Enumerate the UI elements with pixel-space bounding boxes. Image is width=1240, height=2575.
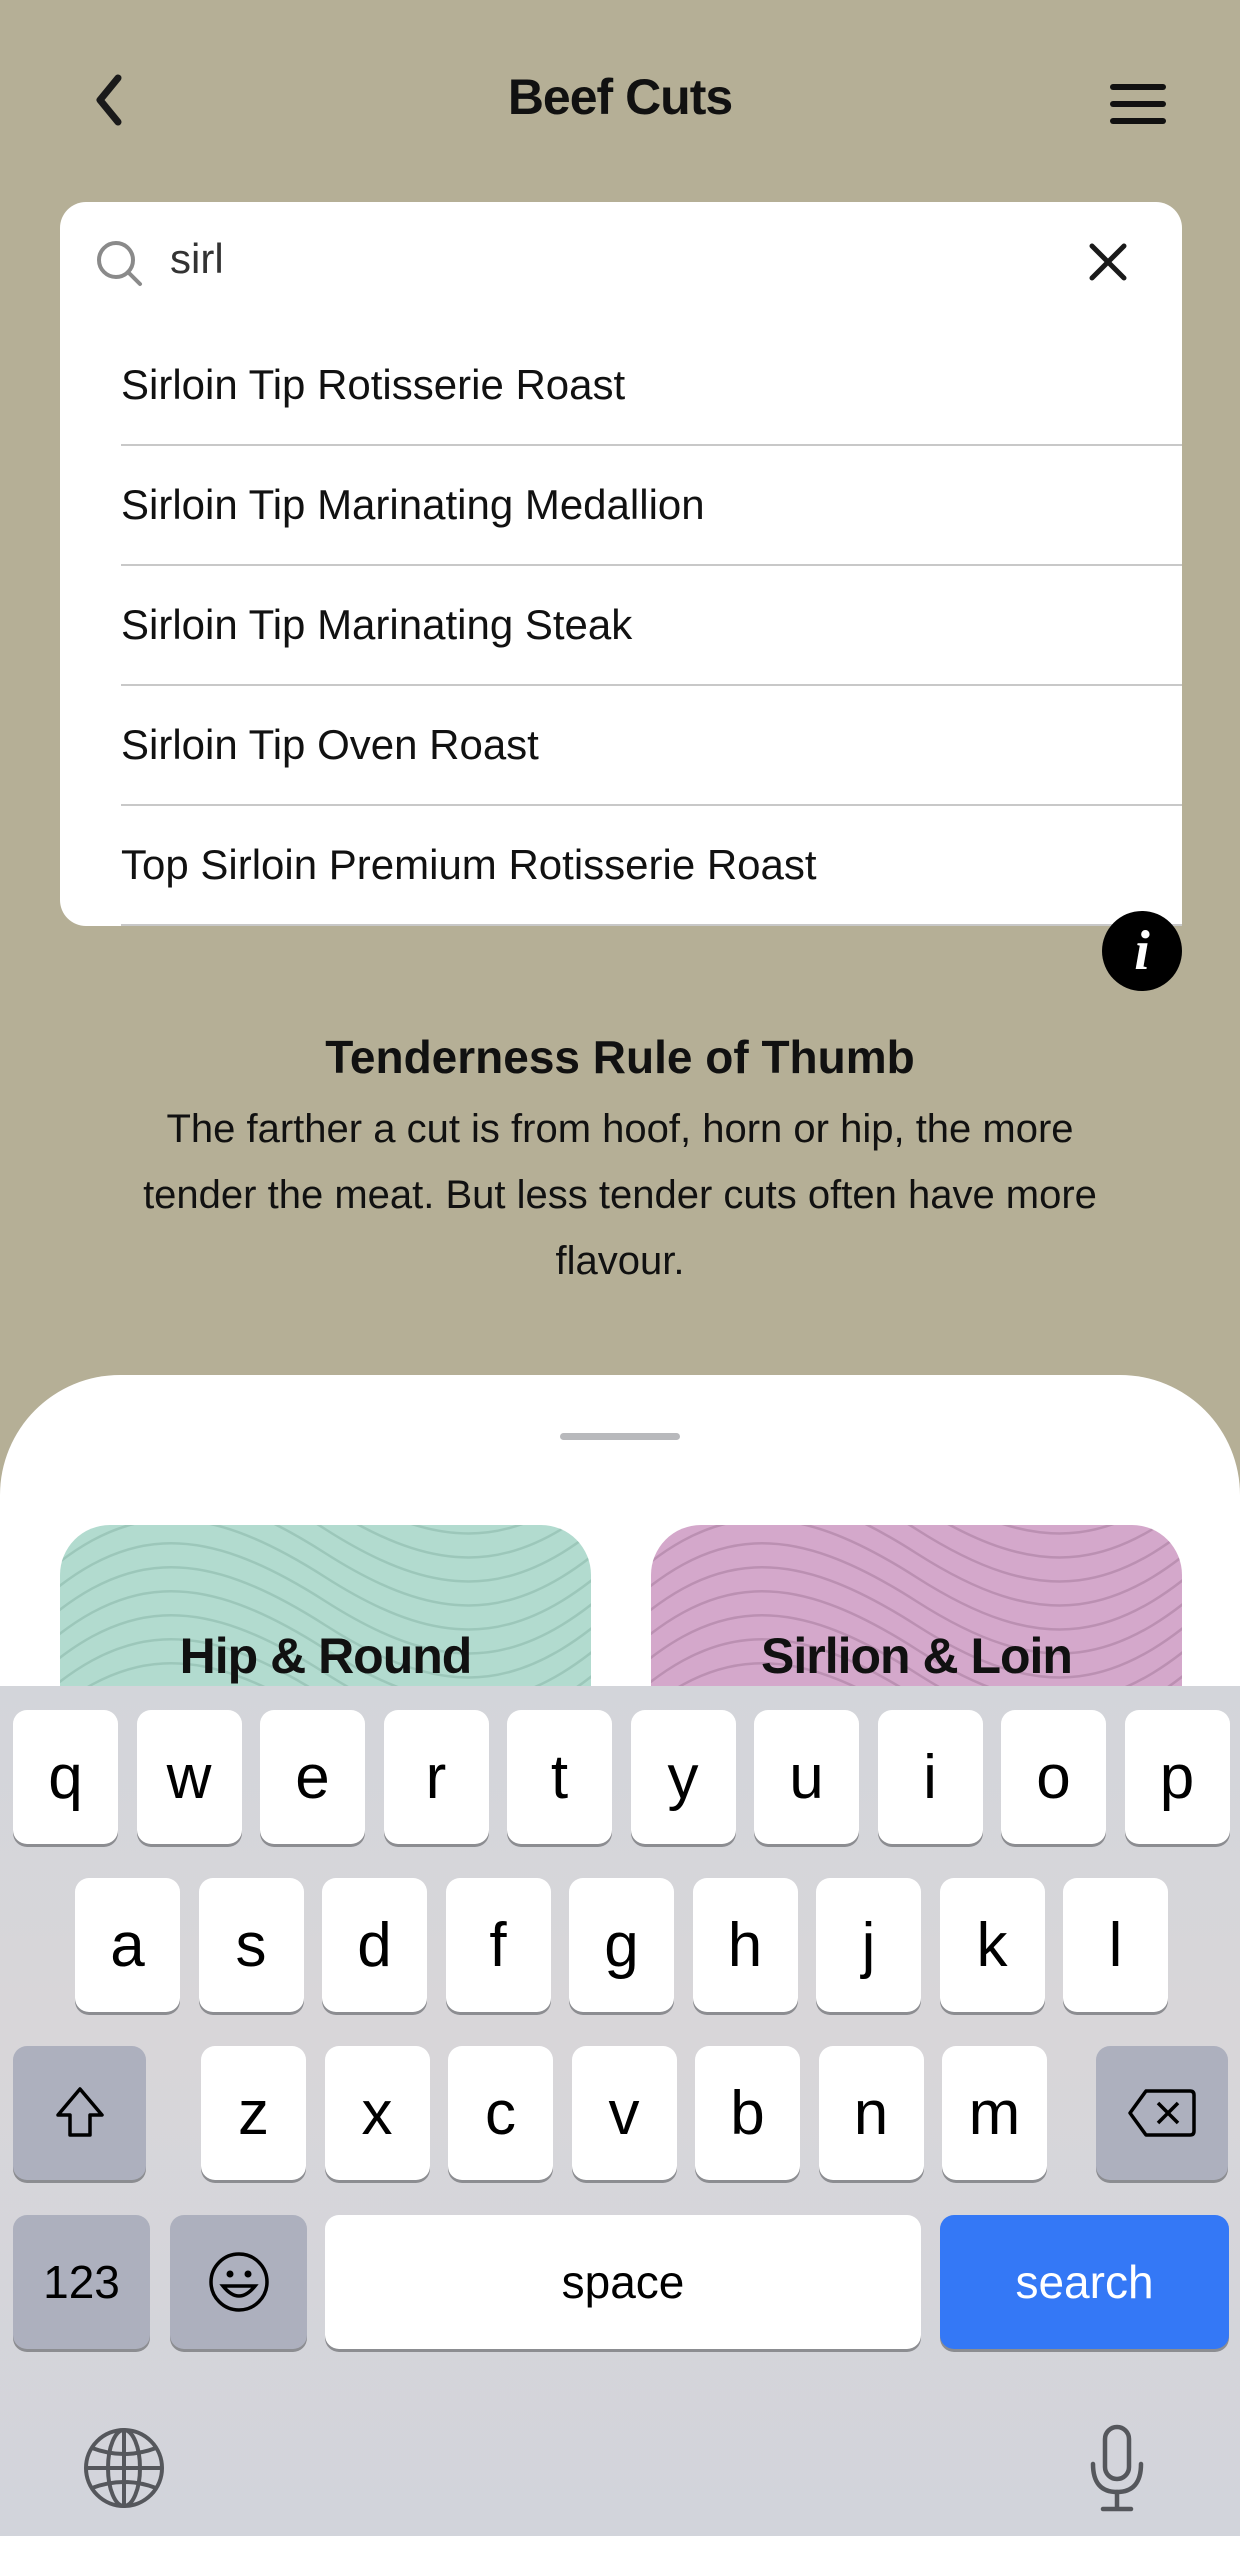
key-l[interactable]: l	[1063, 1878, 1168, 2012]
key-c[interactable]: c	[448, 2046, 553, 2180]
key-n[interactable]: n	[818, 2046, 924, 2180]
key-y[interactable]: y	[630, 1710, 736, 1844]
page-title: Beef Cuts	[507, 69, 733, 125]
numbers-key[interactable]: 123	[13, 2215, 150, 2349]
key-s[interactable]: s	[198, 1878, 304, 2012]
hamburger-menu-icon	[1110, 84, 1166, 124]
key-h[interactable]: h	[692, 1878, 798, 2012]
globe-icon	[84, 2428, 164, 2508]
suggestion-item[interactable]: Sirloin Tip Oven Roast	[121, 686, 1182, 806]
search-input[interactable]	[170, 235, 970, 283]
suggestion-item[interactable]: Sirloin Tip Marinating Medallion	[121, 446, 1182, 566]
emoji-icon	[208, 2252, 269, 2312]
wave-line	[651, 1525, 1182, 1631]
key-i[interactable]: i	[877, 1710, 983, 1844]
clear-search-button[interactable]	[1084, 238, 1132, 286]
suggestion-item[interactable]: Top Sirloin Premium Rotisserie Roast	[121, 806, 1182, 926]
category-label: Hip & Round	[179, 1628, 473, 1684]
chevron-left-icon	[96, 74, 122, 126]
tip-title: Tenderness Rule of Thumb	[325, 1031, 915, 1083]
search-key[interactable]: search	[940, 2215, 1229, 2349]
key-a[interactable]: a	[75, 1878, 180, 2012]
suggestion-item[interactable]: Sirloin Tip Rotisserie Roast	[121, 326, 1182, 446]
key-d[interactable]: d	[322, 1878, 427, 2012]
key-q[interactable]: q	[13, 1710, 118, 1844]
back-button[interactable]	[88, 72, 132, 128]
shift-key[interactable]	[13, 2046, 146, 2180]
key-z[interactable]: z	[201, 2046, 306, 2180]
info-icon[interactable]: i	[1102, 911, 1182, 991]
sheet-drag-handle[interactable]	[560, 1433, 680, 1440]
key-f[interactable]: f	[445, 1878, 551, 2012]
key-u[interactable]: u	[754, 1710, 859, 1844]
menu-button[interactable]	[1108, 82, 1168, 126]
key-j[interactable]: j	[816, 1878, 921, 2012]
key-o[interactable]: o	[1001, 1710, 1106, 1844]
globe-button[interactable]	[82, 2426, 166, 2515]
delete-key[interactable]	[1096, 2046, 1228, 2180]
key-r[interactable]: r	[383, 1710, 489, 1844]
microphone-icon	[1090, 2424, 1144, 2512]
emoji-key[interactable]	[170, 2215, 307, 2349]
key-x[interactable]: x	[324, 2046, 430, 2180]
key-m[interactable]: m	[942, 2046, 1047, 2180]
key-e[interactable]: e	[260, 1710, 365, 1844]
category-label: Sirlion & Loin	[761, 1628, 1073, 1684]
key-b[interactable]: b	[695, 2046, 800, 2180]
key-t[interactable]: t	[507, 1710, 612, 1844]
close-x-icon	[1089, 243, 1127, 281]
tip-body: The farther a cut is from hoof, horn or …	[143, 1107, 1097, 1283]
magnifier-icon	[94, 238, 146, 290]
key-w[interactable]: w	[136, 1710, 242, 1844]
space-key[interactable]: space	[325, 2215, 921, 2349]
key-p[interactable]: p	[1124, 1710, 1230, 1844]
key-g[interactable]: g	[569, 1878, 674, 2012]
wave-line	[60, 1525, 591, 1631]
backspace-icon	[1128, 2089, 1196, 2137]
suggestion-item[interactable]: Sirloin Tip Marinating Steak	[121, 566, 1182, 686]
keyboard: qwertyuiop asdfghjkl zxcvbnm 123 space sea…	[0, 1686, 1240, 2536]
shift-icon	[55, 2087, 104, 2137]
key-v[interactable]: v	[571, 2046, 677, 2180]
dictation-button[interactable]	[1087, 2424, 1147, 2519]
key-k[interactable]: k	[939, 1878, 1045, 2012]
